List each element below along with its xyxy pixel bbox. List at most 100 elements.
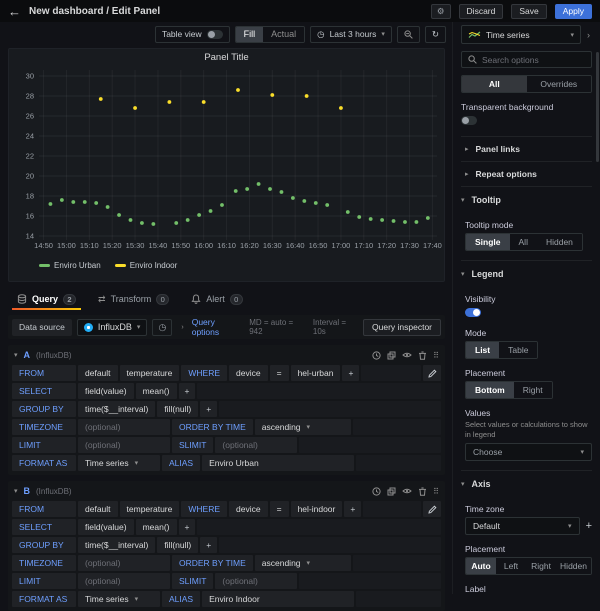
clause-value[interactable]: temperature — [120, 365, 180, 381]
clause-value[interactable]: default — [78, 365, 118, 381]
option-right[interactable]: Right — [526, 558, 556, 574]
refresh-button[interactable]: ↻ — [425, 26, 446, 43]
history-icon[interactable] — [372, 487, 381, 496]
add-clause-button[interactable]: + — [344, 501, 361, 517]
back-arrow-icon[interactable]: ← — [8, 5, 21, 18]
option-list[interactable]: List — [466, 342, 499, 358]
option-all[interactable]: All — [462, 76, 527, 92]
legend-item-enviro-urban[interactable]: Enviro Urban — [39, 261, 101, 270]
clause-value[interactable]: Time series▾ — [78, 455, 160, 471]
option-bottom[interactable]: Bottom — [466, 382, 514, 398]
clause-value[interactable]: time($__interval) — [78, 537, 155, 553]
clause-value[interactable]: = — [270, 501, 289, 517]
clause-value[interactable]: Time series▾ — [78, 591, 160, 607]
save-button[interactable]: Save — [511, 4, 546, 19]
trash-icon[interactable] — [418, 351, 427, 360]
option-actual[interactable]: Actual — [263, 27, 304, 42]
apply-button[interactable]: Apply — [555, 4, 592, 19]
clause-value[interactable]: mean() — [136, 519, 177, 535]
clause-value[interactable]: (optional) — [215, 437, 297, 453]
option-table[interactable]: Table — [499, 342, 537, 358]
add-clause-button[interactable]: + — [179, 383, 196, 399]
time-series-chart[interactable]: 14161820222426283014:5015:0015:1015:2015… — [13, 66, 442, 256]
clause-value[interactable]: device — [229, 501, 268, 517]
clause-keyword[interactable]: ALIAS — [162, 591, 200, 607]
sidebar-scrollbar[interactable] — [596, 52, 599, 162]
drag-icon[interactable]: ⠿ — [433, 351, 439, 360]
add-clause-button[interactable]: + — [179, 519, 196, 535]
clause-value[interactable]: (optional) — [78, 573, 170, 589]
clause-value[interactable]: mean() — [136, 383, 177, 399]
breadcrumb[interactable]: New dashboard / Edit Panel — [29, 6, 160, 17]
clause-value[interactable]: (optional) — [78, 437, 170, 453]
clause-value[interactable]: fill(null) — [157, 401, 198, 417]
clause-value[interactable]: Enviro Urban — [202, 455, 354, 471]
table-view-control[interactable]: Table view — [155, 26, 230, 43]
eye-icon[interactable] — [402, 487, 412, 495]
option-auto[interactable]: Auto — [466, 558, 496, 574]
zoom-out-button[interactable] — [397, 26, 420, 43]
option-hidden[interactable]: Hidden — [537, 234, 582, 250]
options-search-input[interactable] — [482, 55, 593, 65]
clause-keyword[interactable]: WHERE — [181, 501, 227, 517]
clause-value[interactable]: (optional) — [215, 573, 297, 589]
query-options-link[interactable]: Query options — [192, 317, 241, 337]
clause-keyword[interactable]: SLIMIT — [172, 437, 213, 453]
clause-value[interactable]: default — [78, 501, 118, 517]
time-range-picker[interactable]: ◷ Last 3 hours ▾ — [310, 26, 392, 43]
option-fill[interactable]: Fill — [236, 27, 264, 42]
clause-value[interactable]: ascending▾ — [255, 419, 351, 435]
clause-value[interactable]: field(value) — [78, 519, 134, 535]
clause-value[interactable]: time($__interval) — [78, 401, 155, 417]
datasource-select[interactable]: InfluxDB ▾ — [77, 319, 148, 336]
option-single[interactable]: Single — [466, 234, 510, 250]
query-history-button[interactable]: ◷ — [152, 319, 172, 336]
clause-keyword[interactable]: WHERE — [181, 365, 227, 381]
add-clause-button[interactable]: + — [342, 365, 359, 381]
option-all[interactable]: All — [510, 234, 537, 250]
clause-value[interactable]: (optional) — [78, 555, 170, 571]
discard-button[interactable]: Discard — [459, 4, 504, 19]
legend-visibility-toggle[interactable] — [465, 308, 481, 317]
clause-value[interactable]: ascending▾ — [255, 555, 351, 571]
option-overrides[interactable]: Overrides — [527, 76, 592, 92]
clause-keyword[interactable]: ORDER BY TIME — [172, 555, 253, 571]
dashboard-settings-button[interactable]: ⚙ — [431, 4, 451, 19]
trash-icon[interactable] — [418, 487, 427, 496]
option-left[interactable]: Left — [496, 558, 526, 574]
option-hidden[interactable]: Hidden — [556, 558, 591, 574]
clause-value[interactable]: hel-indoor — [291, 501, 343, 517]
query-inspector-button[interactable]: Query inspector — [363, 319, 441, 336]
repeat-options-section[interactable]: ▸ Repeat options — [461, 162, 592, 187]
timezone-select[interactable]: Default ▾ — [465, 517, 580, 535]
clause-value[interactable]: (optional) — [78, 419, 170, 435]
eye-icon[interactable] — [402, 351, 412, 359]
clause-value[interactable]: device — [229, 365, 268, 381]
clause-keyword[interactable]: ORDER BY TIME — [172, 419, 253, 435]
copy-icon[interactable] — [387, 487, 396, 496]
add-clause-button[interactable]: + — [200, 401, 217, 417]
add-timezone-button[interactable]: + — [586, 520, 592, 532]
copy-icon[interactable] — [387, 351, 396, 360]
clause-keyword[interactable]: ALIAS — [162, 455, 200, 471]
clause-keyword[interactable]: SLIMIT — [172, 573, 213, 589]
table-view-toggle[interactable] — [207, 30, 223, 39]
query-header[interactable]: ▾ B (InfluxDB) ⠿ — [12, 483, 441, 499]
tooltip-section-header[interactable]: ▾ Tooltip — [461, 189, 592, 211]
transparent-background-toggle[interactable] — [461, 116, 477, 125]
axis-section-header[interactable]: ▾ Axis — [461, 473, 592, 495]
add-clause-button[interactable]: + — [200, 537, 217, 553]
viz-type-select[interactable]: Time series ▾ — [461, 25, 581, 44]
tab-alert[interactable]: Alert0 — [182, 288, 252, 310]
collapse-options-button[interactable]: › — [585, 30, 592, 40]
drag-icon[interactable]: ⠿ — [433, 487, 439, 496]
query-header[interactable]: ▾ A (InfluxDB) ⠿ — [12, 347, 441, 363]
edit-raw-query-button[interactable] — [423, 365, 441, 381]
option-right[interactable]: Right — [514, 382, 552, 398]
history-icon[interactable] — [372, 351, 381, 360]
clause-value[interactable]: fill(null) — [157, 537, 198, 553]
clause-value[interactable]: = — [270, 365, 289, 381]
legend-section-header[interactable]: ▾ Legend — [461, 263, 592, 285]
legend-item-enviro-indoor[interactable]: Enviro Indoor — [115, 261, 178, 270]
clause-value[interactable]: hel-urban — [291, 365, 341, 381]
